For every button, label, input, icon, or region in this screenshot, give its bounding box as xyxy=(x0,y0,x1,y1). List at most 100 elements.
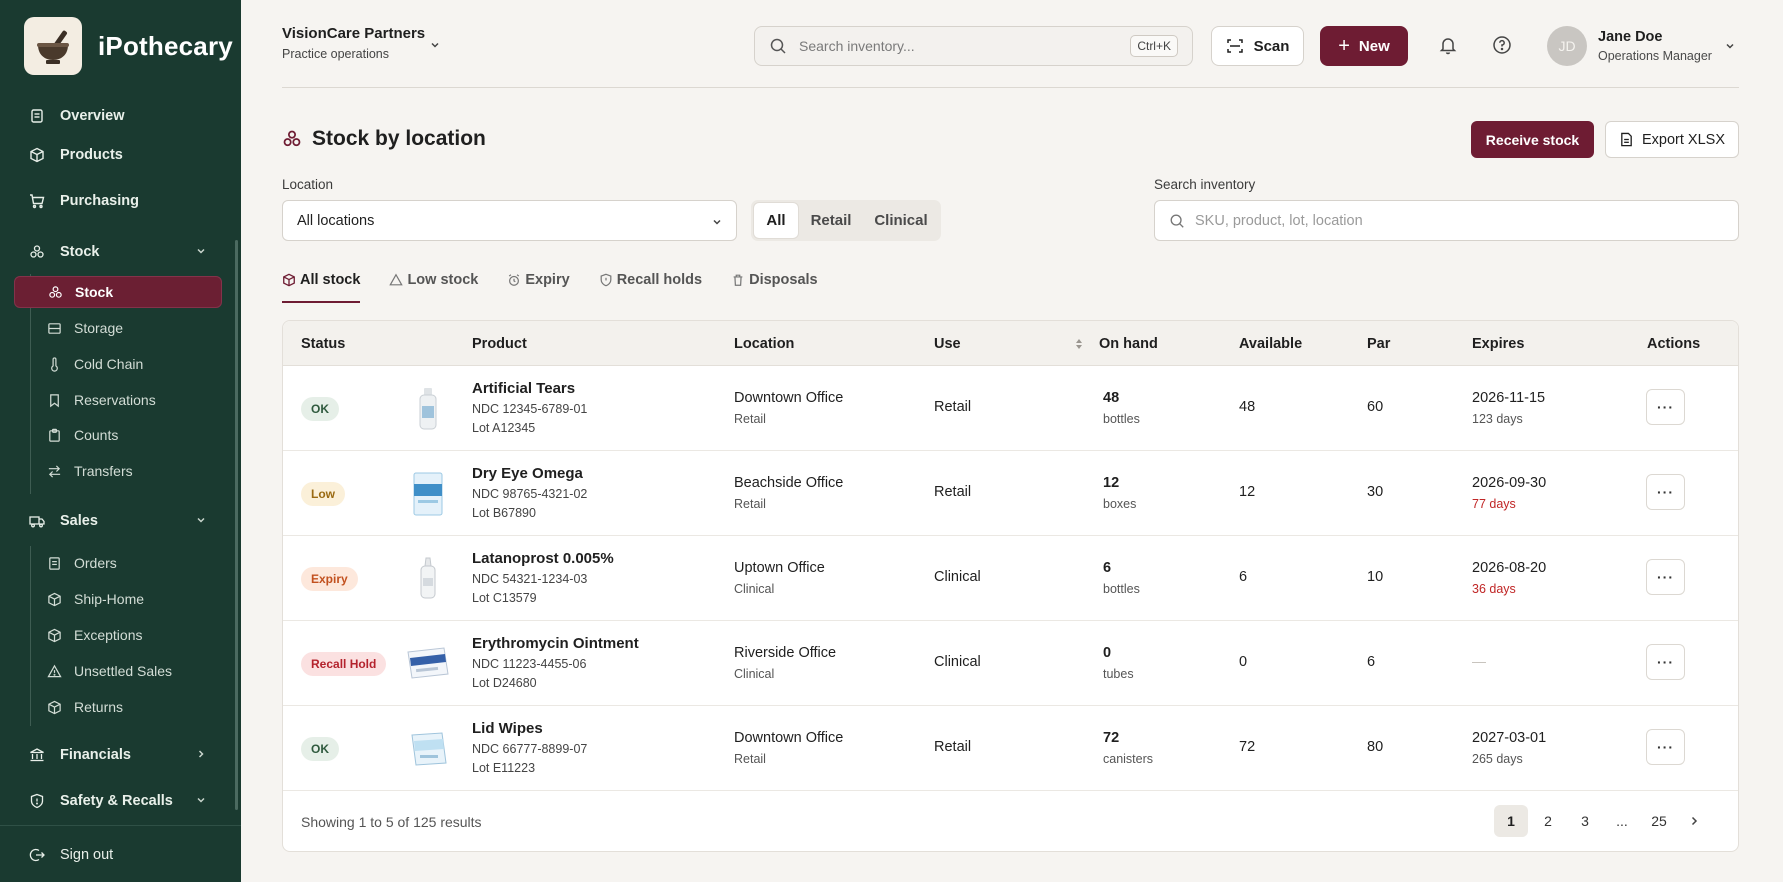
col-par[interactable]: Par xyxy=(1367,336,1390,352)
inventory-search-input[interactable]: SKU, product, lot, location xyxy=(1154,200,1739,241)
nav-stock[interactable]: Stock xyxy=(14,235,222,269)
table-row[interactable]: OK Lid Wipes NDC 66777-8899-07 Lot E1122… xyxy=(283,706,1738,791)
warning-icon xyxy=(46,663,62,679)
chevron-down-icon xyxy=(197,248,205,254)
row-actions-button[interactable]: ··· xyxy=(1646,389,1685,425)
product-ndc: NDC 54321-1234-03 xyxy=(472,572,588,586)
page-2-button[interactable]: 2 xyxy=(1531,805,1565,837)
sidebar-item-label: Ship-Home xyxy=(74,591,145,607)
location-type: Retail xyxy=(734,412,766,426)
bell-icon[interactable] xyxy=(1438,35,1458,55)
nav-sales[interactable]: Sales xyxy=(14,504,222,538)
app-logo[interactable]: iPothecary xyxy=(24,17,233,75)
sidebar-item-unsettled-sales[interactable]: Unsettled Sales xyxy=(14,656,222,686)
truck-icon xyxy=(28,512,46,530)
nav-purchasing[interactable]: Purchasing xyxy=(14,184,222,218)
sidebar-item-stock[interactable]: Stock xyxy=(14,276,222,308)
sidebar: iPothecary Overview Products Purchasing … xyxy=(0,0,241,882)
page-25-button[interactable]: 25 xyxy=(1642,805,1676,837)
page-title: Stock by location xyxy=(282,127,486,151)
segment-retail[interactable]: Retail xyxy=(798,203,864,238)
product-name[interactable]: Latanoprost 0.005% xyxy=(472,550,614,567)
on-hand-unit: canisters xyxy=(1103,752,1154,766)
sidebar-item-exceptions[interactable]: Exceptions xyxy=(14,620,222,650)
sidebar-item-transfers[interactable]: Transfers xyxy=(14,456,222,486)
product-name[interactable]: Erythromycin Ointment xyxy=(472,635,639,652)
export-xlsx-button[interactable]: Export XLSX xyxy=(1605,121,1739,158)
use-filter-segmented: All Retail Clinical xyxy=(751,200,941,241)
package-icon xyxy=(46,627,62,643)
segment-clinical[interactable]: Clinical xyxy=(864,203,938,238)
shortcut-hint: Ctrl+K xyxy=(1130,35,1178,57)
col-location[interactable]: Location xyxy=(734,336,794,352)
sidebar-item-reservations[interactable]: Reservations xyxy=(14,385,222,415)
user-menu[interactable]: JD Jane Doe Operations Manager xyxy=(1547,26,1712,66)
sidebar-item-ship-home[interactable]: Ship-Home xyxy=(14,584,222,614)
sidebar-item-orders[interactable]: Orders xyxy=(14,548,222,578)
nav-products[interactable]: Products xyxy=(14,138,222,172)
tab-recall-holds[interactable]: Recall holds xyxy=(599,268,702,292)
sidebar-item-counts[interactable]: Counts xyxy=(14,420,222,450)
nav-safety-recalls[interactable]: Safety & Recalls xyxy=(14,784,222,818)
product-name[interactable]: Dry Eye Omega xyxy=(472,465,583,482)
table-row[interactable]: Expiry Latanoprost 0.005% NDC 54321-1234… xyxy=(283,536,1738,621)
page-3-button[interactable]: 3 xyxy=(1568,805,1602,837)
available-qty: 0 xyxy=(1239,654,1248,670)
nav-financials[interactable]: Financials xyxy=(14,738,222,772)
col-on-hand[interactable]: On hand xyxy=(1099,336,1158,352)
row-actions-button[interactable]: ··· xyxy=(1646,474,1685,510)
sidebar-item-returns[interactable]: Returns xyxy=(14,692,222,722)
inventory-search-placeholder: SKU, product, lot, location xyxy=(1195,212,1363,229)
stock-tabs: All stock Low stock Expiry Recall holds … xyxy=(282,268,847,292)
product-ndc: NDC 12345-6789-01 xyxy=(472,402,588,416)
product-name[interactable]: Artificial Tears xyxy=(472,380,575,397)
col-available[interactable]: Available xyxy=(1239,336,1302,352)
tab-all-stock[interactable]: All stock xyxy=(282,268,360,292)
product-name[interactable]: Lid Wipes xyxy=(472,720,543,737)
user-role: Operations Manager xyxy=(1598,49,1712,63)
scan-button[interactable]: Scan xyxy=(1211,26,1304,66)
sidebar-scrollbar[interactable] xyxy=(235,240,238,810)
nav-overview[interactable]: Overview xyxy=(14,99,222,133)
tab-label: Disposals xyxy=(749,272,818,288)
row-actions-button[interactable]: ··· xyxy=(1646,644,1685,680)
global-search-input[interactable]: Search inventory... Ctrl+K xyxy=(754,26,1193,66)
sign-out-button[interactable]: Sign out xyxy=(14,838,222,872)
org-switcher[interactable]: VisionCare Partners Practice operations xyxy=(282,25,425,61)
status-badge: Expiry xyxy=(301,567,358,591)
help-icon[interactable] xyxy=(1492,35,1512,55)
new-button[interactable]: + New xyxy=(1320,26,1408,66)
table-row[interactable]: Recall Hold Erythromycin Ointment NDC 11… xyxy=(283,621,1738,706)
row-actions-button[interactable]: ··· xyxy=(1646,559,1685,595)
table-row[interactable]: Low Dry Eye Omega NDC 98765-4321-02 Lot … xyxy=(283,451,1738,536)
chevron-right-icon[interactable] xyxy=(1685,814,1703,828)
chevron-right-icon xyxy=(198,750,204,758)
chevron-down-icon[interactable] xyxy=(1723,39,1737,53)
on-hand-qty: 6 xyxy=(1103,560,1112,576)
row-actions-button[interactable]: ··· xyxy=(1646,729,1685,765)
tab-low-stock[interactable]: Low stock xyxy=(389,268,478,292)
stock-icon xyxy=(283,130,301,147)
tab-expiry[interactable]: Expiry xyxy=(507,268,570,292)
sidebar-item-cold-chain[interactable]: Cold Chain xyxy=(14,349,222,379)
product-image xyxy=(403,384,453,434)
use-value: Clinical xyxy=(934,569,981,585)
segment-all[interactable]: All xyxy=(754,203,798,238)
chevron-down-icon xyxy=(197,797,205,803)
location-select[interactable]: All locations xyxy=(282,200,737,241)
mortar-pestle-icon xyxy=(24,17,82,75)
page-1-button[interactable]: 1 xyxy=(1494,805,1528,837)
col-expires[interactable]: Expires xyxy=(1472,336,1524,352)
sidebar-item-storage[interactable]: Storage xyxy=(14,313,222,343)
col-use[interactable]: Use xyxy=(934,336,961,352)
table-row[interactable]: OK Artificial Tears NDC 12345-6789-01 Lo… xyxy=(283,366,1738,451)
tab-disposals[interactable]: Disposals xyxy=(731,268,818,292)
sort-icon[interactable] xyxy=(1074,337,1084,351)
col-product[interactable]: Product xyxy=(472,336,527,352)
receive-stock-button[interactable]: Receive stock xyxy=(1471,121,1594,158)
use-value: Retail xyxy=(934,484,972,500)
on-hand-qty: 12 xyxy=(1103,475,1120,491)
chevron-down-icon[interactable] xyxy=(428,38,442,52)
col-status[interactable]: Status xyxy=(301,336,345,352)
par-level: 80 xyxy=(1367,739,1384,755)
